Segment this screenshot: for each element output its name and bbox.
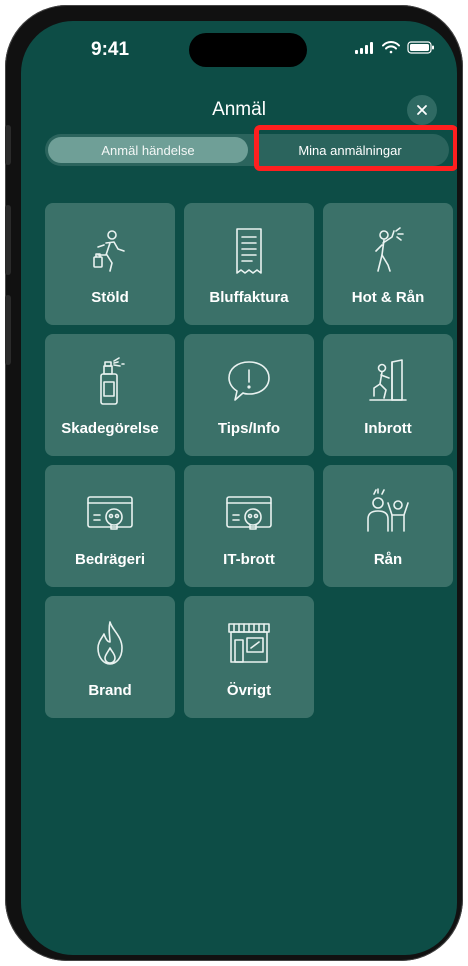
- thief-running-icon: [93, 230, 125, 272]
- category-card-ovrigt[interactable]: Övrigt: [184, 596, 314, 718]
- card-skull-icon: [226, 496, 272, 530]
- category-label: Rån: [373, 551, 403, 568]
- category-label: IT-brott: [223, 551, 275, 568]
- phone-frame: 9:41 Anmäl Anmäl händelse Mina anmälning…: [5, 5, 463, 961]
- category-label: Bluffaktura: [209, 289, 289, 306]
- highlight-box: [254, 125, 457, 171]
- receipt-icon: [236, 228, 262, 274]
- category-label: Övrigt: [226, 682, 272, 699]
- flame-icon: [97, 621, 123, 665]
- spray-can-icon: [100, 357, 125, 405]
- status-icons: [355, 41, 435, 54]
- storefront-icon: [228, 623, 270, 663]
- tab-report-event[interactable]: Anmäl händelse: [48, 137, 248, 163]
- category-card-skadegorelse[interactable]: Skadegörelse: [45, 334, 175, 456]
- category-label: Hot & Rån: [351, 289, 425, 306]
- side-button-mute: [5, 125, 11, 165]
- category-card-it-brott[interactable]: IT-brott: [184, 465, 314, 587]
- robbery-icon: [367, 488, 409, 532]
- card-skull-icon: [87, 496, 133, 530]
- category-card-hot-ran[interactable]: Hot & Rån: [323, 203, 453, 325]
- category-card-inbrott[interactable]: Inbrott: [323, 334, 453, 456]
- category-card-tips-info[interactable]: Tips/Info: [184, 334, 314, 456]
- category-label: Bedrägeri: [74, 551, 146, 568]
- wifi-icon: [382, 41, 400, 54]
- screen: 9:41 Anmäl Anmäl händelse Mina anmälning…: [21, 21, 457, 955]
- dynamic-island: [189, 33, 307, 67]
- page-title: Anmäl: [212, 99, 266, 120]
- speech-bubble-exclamation-icon: [228, 361, 270, 401]
- side-button-volume-up: [5, 205, 11, 275]
- battery-icon: [407, 41, 434, 54]
- threat-icon: [375, 227, 404, 272]
- tab-switch: Anmäl händelse Mina anmälningar: [45, 125, 457, 171]
- category-card-stold[interactable]: Stöld: [45, 203, 175, 325]
- category-label: Stöld: [91, 289, 129, 306]
- category-card-brand[interactable]: Brand: [45, 596, 175, 718]
- category-card-bedrageri[interactable]: Bedrägeri: [45, 465, 175, 587]
- close-icon: [417, 105, 427, 115]
- status-bar: 9:41: [21, 21, 457, 73]
- side-button-volume-down: [5, 295, 11, 365]
- category-label: Inbrott: [364, 420, 412, 437]
- break-in-door-icon: [369, 359, 407, 401]
- category-card-ran[interactable]: Rån: [323, 465, 453, 587]
- category-label: Tips/Info: [217, 420, 281, 437]
- signal-icon: [355, 41, 373, 54]
- close-button[interactable]: [407, 95, 437, 125]
- category-label: Brand: [88, 682, 132, 699]
- status-time: 9:41: [91, 39, 130, 60]
- category-label: Skadegörelse: [61, 420, 159, 437]
- category-card-bluffaktura[interactable]: Bluffaktura: [184, 203, 314, 325]
